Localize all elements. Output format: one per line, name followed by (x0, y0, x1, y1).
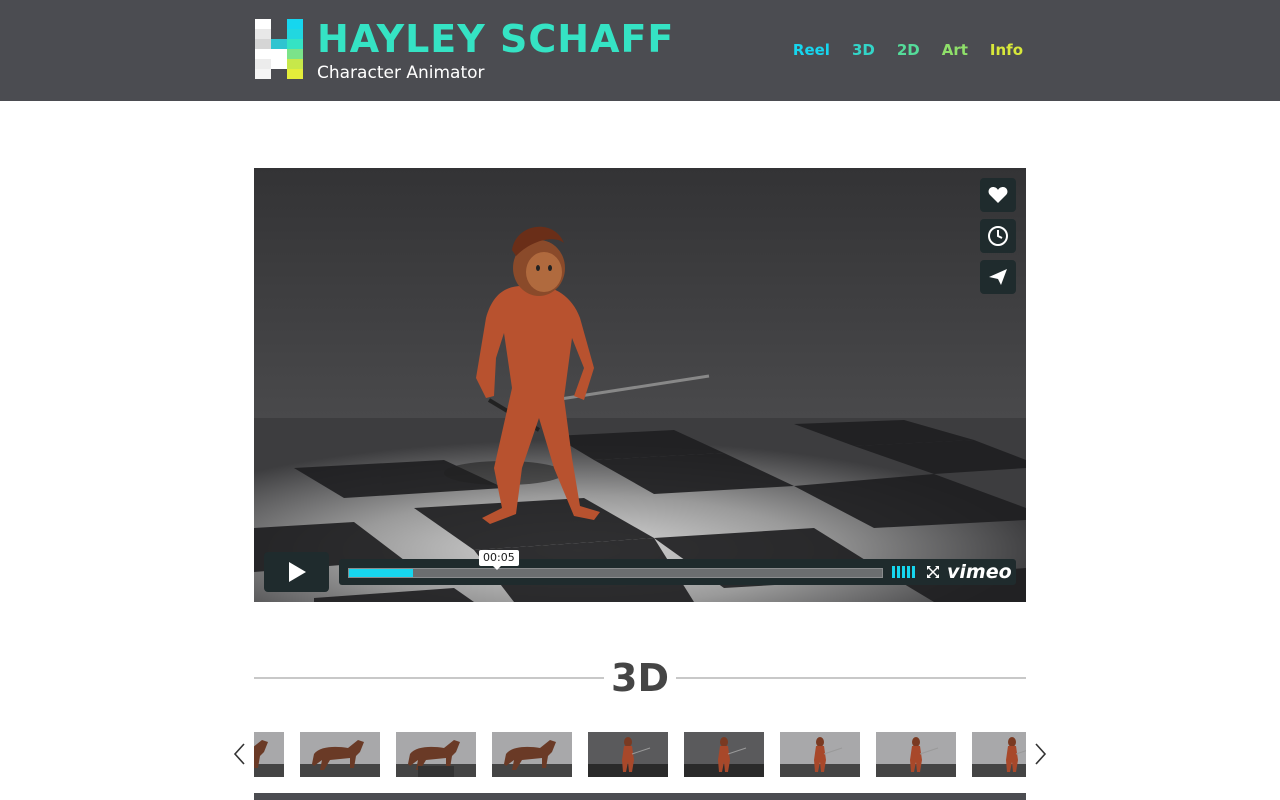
time-tooltip: 00:05 (479, 550, 519, 570)
vimeo-logo[interactable]: vimeo (947, 560, 1012, 584)
carousel-thumbnail[interactable] (300, 732, 380, 777)
play-icon (288, 562, 306, 582)
progress-bar[interactable] (348, 568, 883, 578)
control-bar: 00:05 vimeo (339, 550, 1016, 585)
video-controls: 00:05 vimeo (264, 550, 1016, 592)
share-button[interactable] (980, 260, 1016, 294)
carousel-thumbnail[interactable] (972, 732, 1026, 777)
send-icon (989, 269, 1007, 285)
thumbnail-carousel (254, 732, 1026, 778)
progress-fill (349, 569, 413, 577)
video-frame (254, 168, 1026, 602)
nav-2d[interactable]: 2D (897, 40, 920, 60)
carousel-thumbnail[interactable] (684, 732, 764, 777)
section-divider-left (254, 677, 604, 679)
nav-3d[interactable]: 3D (852, 40, 875, 60)
nav-art[interactable]: Art (942, 40, 968, 60)
carousel-thumbnail[interactable] (588, 732, 668, 777)
carousel-thumbnail[interactable] (396, 732, 476, 777)
volume-control[interactable] (892, 566, 916, 578)
site-subtitle: Character Animator (317, 63, 485, 83)
like-button[interactable] (980, 178, 1016, 212)
nav-reel[interactable]: Reel (793, 40, 830, 60)
watch-later-button[interactable] (980, 219, 1016, 253)
site-header: HAYLEY SCHAFF Character Animator Reel 3D… (0, 0, 1280, 101)
fullscreen-icon[interactable] (926, 565, 940, 579)
heart-icon (988, 187, 1008, 203)
site-title[interactable]: HAYLEY SCHAFF (317, 17, 674, 61)
carousel-thumbnail[interactable] (780, 732, 860, 777)
main-nav: Reel 3D 2D Art Info (771, 40, 1023, 60)
next-section-bar (254, 793, 1026, 800)
nav-info[interactable]: Info (990, 40, 1023, 60)
section-title: 3D (611, 656, 669, 700)
clock-icon (988, 226, 1008, 246)
logo-icon[interactable] (255, 19, 303, 80)
carousel-prev-arrow-icon[interactable] (232, 742, 246, 766)
video-player[interactable]: 00:05 vimeo (254, 168, 1026, 602)
carousel-next-arrow-icon[interactable] (1034, 742, 1048, 766)
carousel-thumbnail[interactable] (254, 732, 284, 777)
carousel-thumbnail[interactable] (876, 732, 956, 777)
section-divider-right (676, 677, 1026, 679)
carousel-thumbnail[interactable] (492, 732, 572, 777)
play-button[interactable] (264, 552, 329, 592)
